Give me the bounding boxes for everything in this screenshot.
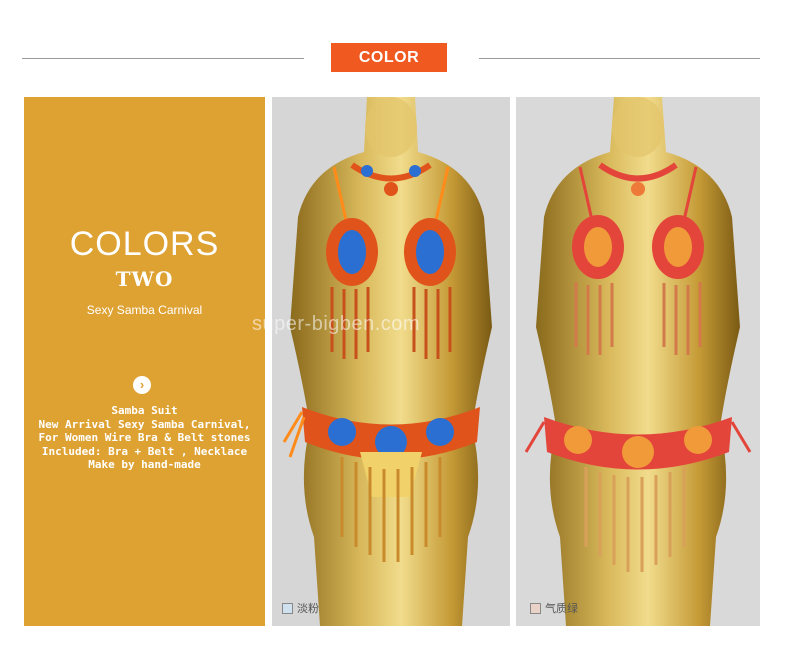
- description-line: Included: Bra + Belt , Necklace: [41, 444, 248, 458]
- product-photo-1[interactable]: 淡粉: [272, 97, 510, 626]
- variant-label: 气质绿: [545, 603, 578, 615]
- product-description: Samba Suit New Arrival Sexy Samba Carniv…: [24, 404, 265, 472]
- color-swatch: [282, 602, 293, 614]
- divider-right: [479, 58, 760, 59]
- divider-left: [22, 58, 304, 59]
- info-panel: COLORS TWO Sexy Samba Carnival › Samba S…: [24, 97, 265, 626]
- watermark: super-bigben.com: [252, 313, 421, 335]
- product-photo-2[interactable]: 气质绿: [516, 97, 760, 626]
- description-line: Make by hand-made: [88, 458, 201, 471]
- description-line: New Arrival Sexy Samba Carnival,: [38, 417, 251, 431]
- panel-tagline: Sexy Samba Carnival: [86, 303, 203, 317]
- description-line: For Women Wire Bra & Belt stones: [38, 431, 251, 444]
- chevron-right-circle-icon[interactable]: ›: [133, 376, 151, 394]
- variant-label: 淡粉: [297, 603, 319, 615]
- description-line: Samba Suit: [111, 404, 178, 417]
- color-swatch: [530, 602, 541, 614]
- color-section-badge: COLOR: [331, 43, 447, 72]
- mannequin-photo-1: [272, 97, 510, 626]
- variant-caption-2: 气质绿: [530, 600, 578, 616]
- panel-title: COLORS: [69, 225, 220, 263]
- mannequin-photo-2: [516, 97, 760, 626]
- panel-subtitle-count: TWO: [115, 267, 174, 291]
- variant-caption-1: 淡粉: [282, 600, 319, 616]
